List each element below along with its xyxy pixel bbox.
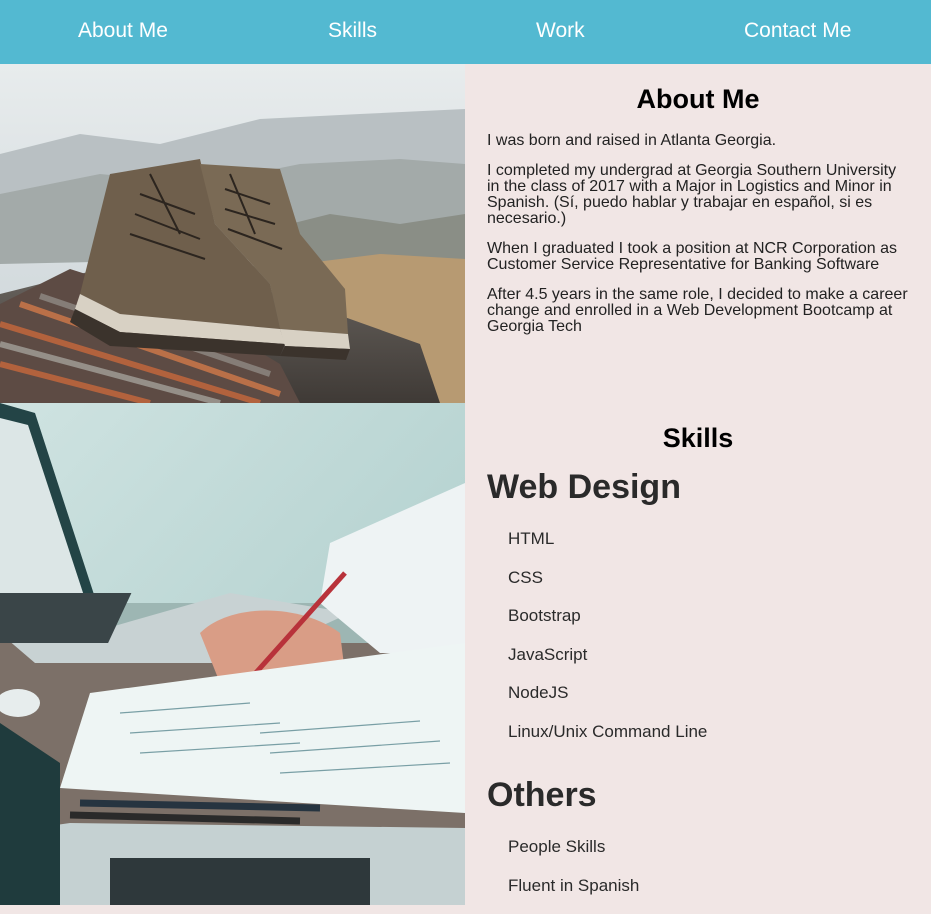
skill-item: Fluent in Spanish [508,876,931,914]
about-section: About Me I was born and raised in Atlant… [465,64,931,403]
skills-title: Skills [465,423,931,454]
skill-item: CSS [508,568,931,607]
hiking-boots-illustration [0,64,465,403]
laptop-desk-illustration [0,403,465,905]
skill-item: People Skills [508,837,931,876]
skill-group-others-title: Others [465,776,931,815]
about-paragraph: After 4.5 years in the same role, I deci… [487,287,911,335]
skill-item: NodeJS [508,683,931,722]
navbar: About Me Skills Work Contact Me [0,0,931,64]
web-design-skill-list: HTML CSS Bootstrap JavaScript NodeJS Lin… [465,529,931,760]
skills-section: Skills Web Design HTML CSS Bootstrap Jav… [465,403,931,905]
skill-group-web-design-title: Web Design [465,468,931,507]
skill-item: Linux/Unix Command Line [508,722,931,761]
about-title: About Me [465,84,931,115]
laptop-desk-image [0,403,465,905]
skill-item: Bootstrap [508,606,931,645]
about-paragraph: When I graduated I took a position at NC… [487,241,911,273]
nav-link-skills[interactable]: Skills [328,19,377,43]
about-text: I was born and raised in Atlanta Georgia… [465,133,931,335]
skill-item: HTML [508,529,931,568]
about-paragraph: I was born and raised in Atlanta Georgia… [487,133,911,149]
nav-link-about-me[interactable]: About Me [78,19,168,43]
about-paragraph: I completed my undergrad at Georgia Sout… [487,163,911,227]
skill-item: JavaScript [508,645,931,684]
others-skill-list: People Skills Fluent in Spanish [465,837,931,914]
nav-link-contact-me[interactable]: Contact Me [744,19,851,43]
hiking-boots-image [0,64,465,403]
nav-link-work[interactable]: Work [536,19,585,43]
